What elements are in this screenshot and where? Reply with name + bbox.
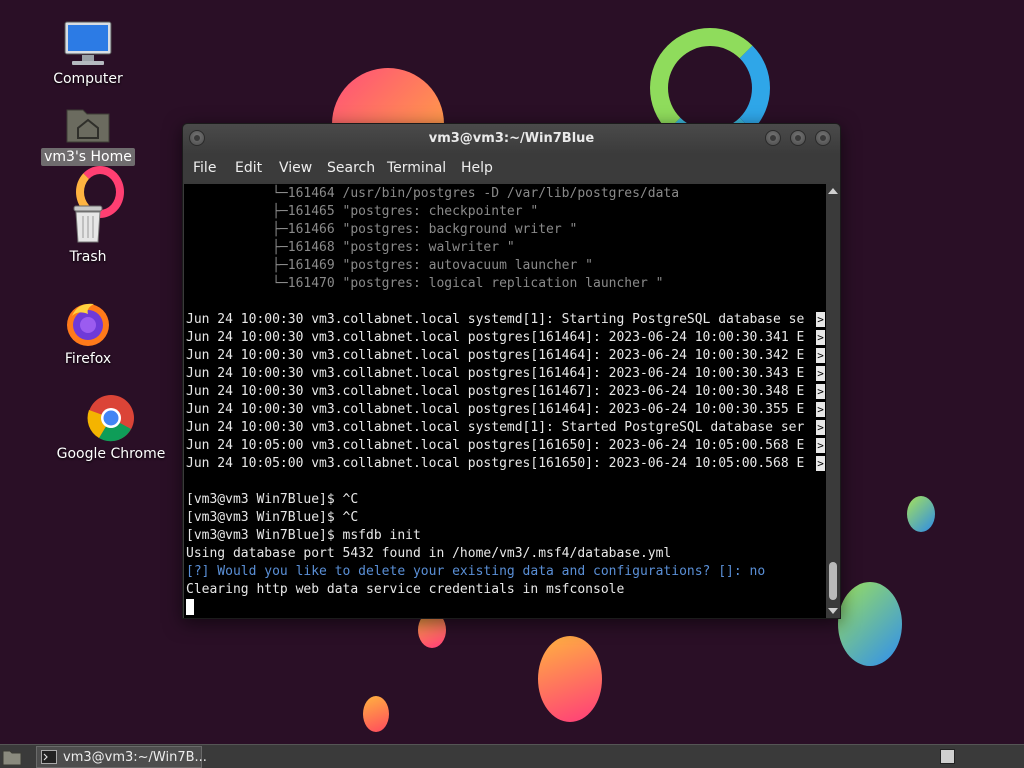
terminal-window[interactable]: vm3@vm3:~/Win7Blue File Edit View Search… xyxy=(182,123,841,619)
output-line: ├─161468 "postgres: walwriter " xyxy=(186,240,515,255)
truncation-marker: > xyxy=(816,402,825,417)
output-line: Jun 24 10:00:30 vm3.collabnet.local syst… xyxy=(186,420,805,435)
wallpaper-blue-green-ellipse xyxy=(838,582,902,666)
menu-view[interactable]: View xyxy=(279,160,312,176)
truncation-marker: > xyxy=(816,456,825,471)
output-line: [vm3@vm3 Win7Blue]$ msfdb init xyxy=(186,528,421,543)
truncation-marker: > xyxy=(816,366,825,381)
output-line: └─161470 "postgres: logical replication … xyxy=(186,276,664,291)
menu-edit[interactable]: Edit xyxy=(235,160,262,176)
output-line: Using database port 5432 found in /home/… xyxy=(186,546,672,561)
truncation-marker: > xyxy=(816,384,825,399)
title-bar[interactable]: vm3@vm3:~/Win7Blue xyxy=(183,124,840,154)
scrollbar-thumb[interactable] xyxy=(829,562,837,600)
truncation-marker: > xyxy=(816,330,825,345)
truncation-marker: > xyxy=(816,420,825,435)
desktop-icon-label: Trash xyxy=(69,249,107,265)
desktop-icon-computer[interactable]: Computer xyxy=(28,20,148,88)
output-line: [vm3@vm3 Win7Blue]$ ^C xyxy=(186,492,359,507)
scrollbar[interactable] xyxy=(826,184,840,618)
menu-search[interactable]: Search xyxy=(327,160,375,176)
desktop-icon-firefox[interactable]: Firefox xyxy=(28,300,148,368)
firefox-icon xyxy=(67,303,109,346)
show-desktop-button[interactable] xyxy=(940,749,955,764)
menu-file[interactable]: File xyxy=(193,160,216,176)
desktop-icon-label: vm3's Home xyxy=(41,148,135,166)
desktop: Computer vm3's Home Trash Firefox Google… xyxy=(0,0,1024,744)
truncation-marker: > xyxy=(816,438,825,453)
output-line: Jun 24 10:00:30 vm3.collabnet.local post… xyxy=(186,402,805,417)
output-line: ├─161469 "postgres: autovacuum launcher … xyxy=(186,258,593,273)
taskbar: vm3@vm3:~/Win7B... xyxy=(0,744,1024,768)
terminal-output[interactable]: └─161464 /usr/bin/postgres -D /var/lib/p… xyxy=(184,184,826,618)
minimize-button[interactable] xyxy=(765,130,781,146)
desktop-icon-trash[interactable]: Trash xyxy=(28,202,148,266)
taskbar-task-label: vm3@vm3:~/Win7B... xyxy=(63,750,207,765)
output-line: Jun 24 10:00:30 vm3.collabnet.local post… xyxy=(186,348,805,363)
output-line: ├─161465 "postgres: checkpointer " xyxy=(186,204,539,219)
trash-icon xyxy=(73,205,103,243)
terminal-icon xyxy=(41,750,57,764)
output-line: Jun 24 10:00:30 vm3.collabnet.local post… xyxy=(186,384,805,399)
scroll-up-icon[interactable] xyxy=(828,188,838,194)
output-line: Jun 24 10:00:30 vm3.collabnet.local syst… xyxy=(186,312,805,327)
truncation-marker: > xyxy=(816,348,825,363)
menu-help[interactable]: Help xyxy=(461,160,493,176)
window-title: vm3@vm3:~/Win7Blue xyxy=(428,131,595,146)
output-line: ├─161466 "postgres: background writer " xyxy=(186,222,578,237)
desktop-icon-chrome[interactable]: Google Chrome xyxy=(51,393,171,463)
output-line: Jun 24 10:05:00 vm3.collabnet.local post… xyxy=(186,438,805,453)
desktop-icon-label: Computer xyxy=(53,71,123,87)
computer-icon xyxy=(64,21,112,65)
home-folder-icon xyxy=(66,109,110,143)
output-line: Jun 24 10:05:00 vm3.collabnet.local post… xyxy=(186,456,805,471)
output-line: [?] Would you like to delete your existi… xyxy=(186,564,766,579)
output-line: Jun 24 10:00:30 vm3.collabnet.local post… xyxy=(186,330,805,345)
desktop-icon-label: Google Chrome xyxy=(56,446,166,462)
scroll-down-icon[interactable] xyxy=(828,608,838,614)
output-line: Jun 24 10:00:30 vm3.collabnet.local post… xyxy=(186,366,805,381)
truncation-marker: > xyxy=(816,312,825,327)
output-line: └─161464 /usr/bin/postgres -D /var/lib/p… xyxy=(186,186,680,201)
menu-terminal[interactable]: Terminal xyxy=(387,160,446,176)
wallpaper-pink-ellipse xyxy=(538,636,602,722)
output-line: Clearing http web data service credentia… xyxy=(186,582,625,597)
menu-bar: File Edit View Search Terminal Help xyxy=(183,154,840,182)
chrome-icon xyxy=(87,395,134,442)
start-menu-icon[interactable] xyxy=(2,747,22,766)
close-button[interactable] xyxy=(815,130,831,146)
desktop-icon-home[interactable]: vm3's Home xyxy=(28,102,148,166)
taskbar-terminal-button[interactable]: vm3@vm3:~/Win7B... xyxy=(36,746,207,768)
wallpaper-small-green-ellipse xyxy=(907,496,935,532)
desktop-icon-label: Firefox xyxy=(64,351,112,367)
maximize-button[interactable] xyxy=(790,130,806,146)
output-line: [vm3@vm3 Win7Blue]$ ^C xyxy=(186,510,359,525)
text-cursor xyxy=(186,599,194,615)
wallpaper-tiny-ellipse xyxy=(363,696,389,732)
